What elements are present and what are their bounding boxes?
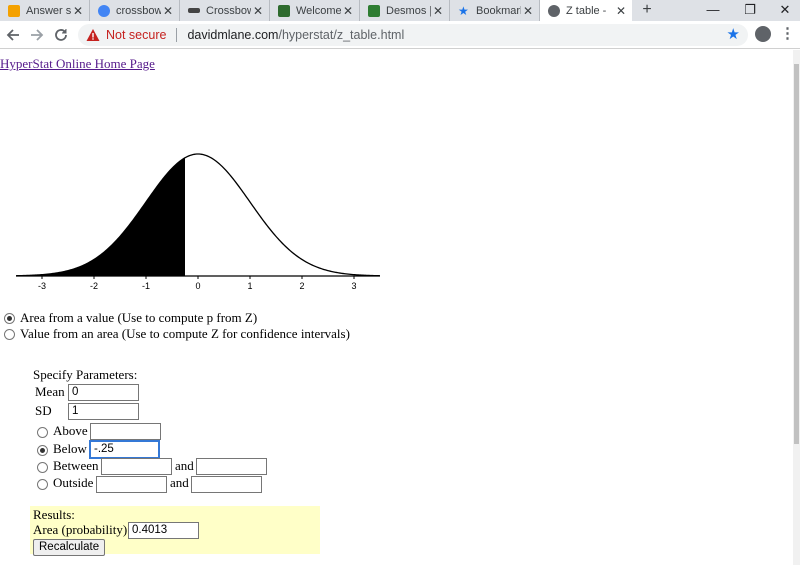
close-window-button[interactable]: ✕ [770, 0, 800, 21]
back-button[interactable] [2, 24, 24, 46]
outside-and-label: and [170, 475, 189, 490]
reload-icon [55, 29, 67, 41]
star-favicon-icon: ★ [458, 3, 469, 18]
area-probability-output[interactable]: 0.4013 [128, 522, 199, 539]
google-favicon-icon [98, 4, 110, 17]
mode-radio-value[interactable] [4, 328, 15, 340]
x-tick-label: -2 [90, 281, 98, 291]
mode-option-area-from-value[interactable]: Area from a value (Use to compute p from… [4, 310, 257, 326]
tab-close-icon[interactable]: ✕ [431, 4, 445, 18]
tab-title: Answer st [26, 4, 71, 17]
above-label: Above [53, 423, 88, 438]
density-curve [15, 153, 381, 277]
desmos-favicon-icon [368, 4, 380, 17]
tab-close-icon[interactable]: ✕ [341, 4, 355, 18]
tab-bookmark[interactable]: ★ Bookmark ✕ [450, 0, 540, 21]
between-radio[interactable] [37, 462, 48, 473]
x-tick-label: -1 [142, 281, 150, 291]
security-status[interactable]: Not secure [106, 28, 166, 42]
tab-answer[interactable]: Answer st ✕ [0, 0, 90, 21]
globe-favicon-icon [548, 4, 560, 17]
tab-title: Bookmark [476, 4, 521, 17]
menu-kebab-icon[interactable]: ⋮ [780, 25, 795, 43]
tab-close-icon[interactable]: ✕ [614, 4, 628, 18]
address-separator [176, 28, 178, 42]
browser-toolbar: Not secure davidmlane.com/hyperstat/z_ta… [0, 21, 800, 49]
forward-arrow-icon [31, 29, 44, 41]
forward-button[interactable] [26, 24, 48, 46]
above-input[interactable] [90, 423, 161, 440]
url-path: /hyperstat/z_table.html [278, 28, 405, 42]
tab-title: Desmos | [386, 4, 431, 17]
recalculate-button[interactable]: Recalculate [33, 539, 106, 556]
url-host: davidmlane.com [187, 28, 279, 42]
results-heading: Results: [33, 507, 75, 522]
tab-crossbow[interactable]: Crossbow ✕ [180, 0, 270, 21]
page-content: HyperStat Online Home Page -3 -2 -1 0 1 2 3 Ar… [0, 50, 793, 565]
address-bar[interactable]: Not secure davidmlane.com/hyperstat/z_ta… [78, 24, 748, 46]
tab-strip: Answer st ✕ crossbow ✕ Crossbow ✕ Welcom… [0, 0, 800, 21]
tab-close-icon[interactable]: ✕ [161, 4, 175, 18]
x-tick-label: 0 [195, 281, 200, 291]
mean-label: Mean [35, 384, 65, 399]
x-tick-label: 2 [299, 281, 304, 291]
tab-close-icon[interactable]: ✕ [251, 4, 265, 18]
outside-label: Outside [53, 475, 94, 490]
below-radio[interactable] [37, 445, 48, 456]
outside-high-input[interactable] [191, 476, 262, 493]
normal-distribution-chart: -3 -2 -1 0 1 2 3 [15, 153, 381, 291]
results-panel: Results: Area (probability) 0.4013 Recal… [30, 506, 320, 556]
above-radio[interactable] [37, 427, 48, 438]
mode-label-area: Area from a value (Use to compute p from… [20, 310, 258, 325]
minimize-button[interactable]: — [698, 0, 728, 21]
below-label: Below [53, 441, 87, 456]
tab-title: Crossbow [206, 4, 251, 17]
answer-favicon-icon [8, 4, 20, 17]
x-tick-label: 3 [351, 281, 356, 291]
tab-z-table[interactable]: Z table - ✕ [540, 0, 632, 21]
tab-welcome[interactable]: Welcome ✕ [270, 0, 360, 21]
tab-close-icon[interactable]: ✕ [521, 4, 535, 18]
outside-radio[interactable] [37, 479, 48, 490]
area-probability-label: Area (probability) [33, 522, 128, 537]
tab-crossbow-search[interactable]: crossbow ✕ [90, 0, 180, 21]
restore-button[interactable]: ❐ [735, 0, 765, 21]
x-tick-label: -3 [38, 281, 46, 291]
tab-close-icon[interactable]: ✕ [71, 4, 85, 18]
shaded-area [16, 157, 185, 276]
crossbow-favicon-icon [188, 8, 200, 13]
between-and-label: and [175, 458, 194, 473]
between-low-input[interactable] [101, 458, 172, 475]
tab-title: Z table - [566, 4, 607, 17]
between-label: Between [53, 458, 99, 473]
outside-low-input[interactable] [96, 476, 167, 493]
url-text[interactable]: davidmlane.com/hyperstat/z_table.html [187, 28, 404, 42]
profile-avatar-icon[interactable] [755, 26, 771, 42]
tab-title: Welcome [296, 4, 341, 17]
below-input[interactable]: -.25 [89, 440, 160, 459]
mode-option-value-from-area[interactable]: Value from an area (Use to compute Z for… [4, 326, 350, 342]
x-tick-label: 1 [247, 281, 252, 291]
sd-input[interactable]: 1 [68, 403, 139, 420]
shield-favicon-icon [278, 4, 290, 17]
params-heading: Specify Parameters: [33, 367, 138, 382]
warning-icon [86, 28, 100, 42]
scrollbar-thumb[interactable] [794, 64, 799, 444]
tab-desmos[interactable]: Desmos | ✕ [360, 0, 450, 21]
mode-label-value: Value from an area (Use to compute Z for… [20, 326, 350, 341]
new-tab-button[interactable]: + [637, 0, 657, 21]
mean-input[interactable]: 0 [68, 384, 139, 401]
between-high-input[interactable] [196, 458, 267, 475]
home-page-link[interactable]: HyperStat Online Home Page [0, 56, 155, 72]
reload-button[interactable] [50, 24, 72, 46]
sd-label: SD [35, 403, 52, 418]
tab-title: crossbow [116, 4, 161, 17]
back-arrow-icon [6, 29, 19, 41]
bookmark-star-icon[interactable]: ★ [727, 25, 740, 43]
vertical-scrollbar[interactable] [793, 50, 800, 565]
mode-radio-area[interactable] [4, 312, 15, 324]
